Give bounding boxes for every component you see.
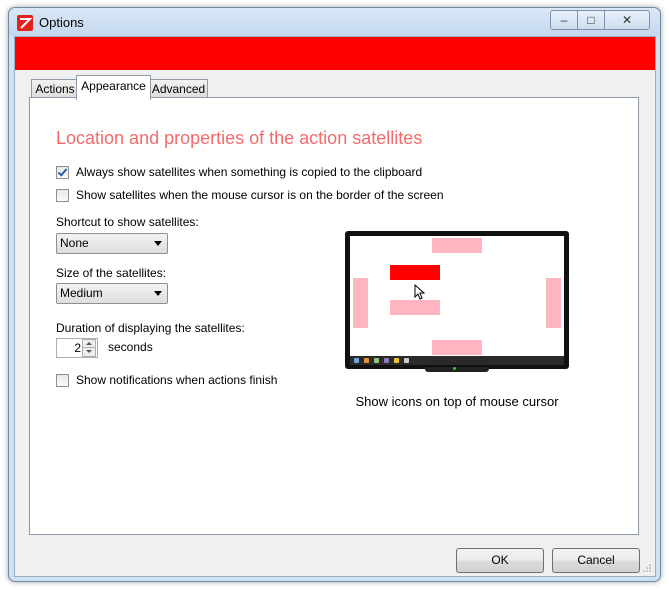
mouse-cursor-icon [414, 284, 426, 300]
duration-label: Duration of displaying the satellites: [56, 321, 245, 335]
taskbar-app-icon [384, 358, 389, 363]
satellite-top [432, 238, 482, 253]
always-show-label: Always show satellites when something is… [76, 165, 423, 179]
satellite-active [390, 265, 440, 280]
satellite-bottom-near [390, 300, 440, 315]
shortcut-value: None [60, 236, 89, 250]
cancel-button[interactable]: Cancel [552, 548, 640, 573]
chevron-down-icon [154, 291, 162, 296]
taskbar-app-icon [394, 358, 399, 363]
taskbar-app-icon [374, 358, 379, 363]
shortcut-dropdown[interactable]: None [56, 233, 168, 254]
close-button[interactable]: ✕ [604, 10, 650, 30]
section-heading: Location and properties of the action sa… [56, 128, 423, 148]
duration-stepper[interactable]: 2 [56, 338, 98, 358]
border-show-label: Show satellites when the mouse cursor is… [76, 188, 444, 202]
preview-screen [350, 236, 564, 356]
satellite-right [546, 278, 561, 328]
dialog-client: Actions Appearance Advanced Location and… [14, 36, 656, 577]
size-label: Size of the satellites: [56, 266, 167, 280]
app-logo-icon [17, 15, 33, 31]
appearance-panel: Location and properties of the action sa… [29, 97, 639, 535]
ok-button[interactable]: OK [456, 548, 544, 573]
preview-caption: Show icons on top of mouse cursor [355, 394, 559, 409]
notifications-checkbox[interactable] [56, 373, 69, 387]
preview-taskbar [350, 356, 564, 365]
satellite-bottom [432, 340, 482, 355]
taskbar-app-icon [364, 358, 369, 363]
header-banner [15, 37, 655, 70]
satellite-left [353, 278, 368, 328]
close-icon: ✕ [621, 13, 633, 27]
minimize-icon: – [560, 13, 568, 27]
monitor-preview [345, 231, 569, 372]
resize-grip-icon[interactable] [643, 564, 651, 572]
border-show-option[interactable]: Show satellites when the mouse cursor is… [56, 187, 444, 203]
window-title: Options [39, 15, 84, 30]
monitor-stand [425, 367, 489, 372]
maximize-icon: □ [587, 13, 595, 27]
tab-appearance[interactable]: Appearance [76, 75, 151, 100]
notifications-option[interactable]: Show notifications when actions finish [56, 372, 277, 388]
start-orb-icon [354, 358, 359, 363]
duration-unit: seconds [108, 340, 153, 354]
spin-down-icon[interactable] [82, 347, 96, 357]
always-show-checkbox[interactable] [56, 165, 69, 179]
border-show-checkbox[interactable] [56, 188, 69, 202]
title-bar[interactable]: Options – □ ✕ [9, 8, 660, 36]
shortcut-label: Shortcut to show satellites: [56, 215, 199, 229]
maximize-button[interactable]: □ [577, 10, 605, 30]
taskbar-app-icon [404, 358, 409, 363]
notifications-label: Show notifications when actions finish [76, 373, 278, 387]
chevron-down-icon [154, 241, 162, 246]
size-dropdown[interactable]: Medium [56, 283, 168, 304]
duration-value[interactable]: 2 [74, 341, 81, 355]
power-led [453, 367, 456, 370]
tab-advanced[interactable]: Advanced [149, 79, 208, 99]
size-value: Medium [60, 286, 103, 300]
options-window: Options – □ ✕ Actions Appearance Advance… [8, 7, 661, 582]
minimize-button[interactable]: – [550, 10, 578, 30]
always-show-option[interactable]: Always show satellites when something is… [56, 164, 422, 180]
tab-actions[interactable]: Actions [31, 79, 79, 99]
